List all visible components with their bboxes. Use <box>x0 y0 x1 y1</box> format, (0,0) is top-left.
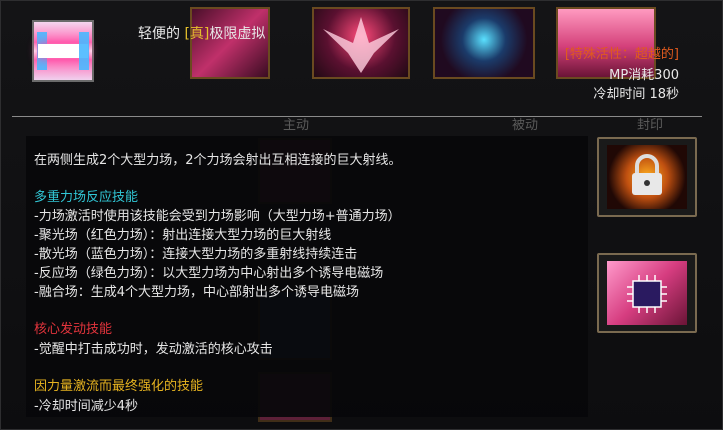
window-frame <box>0 0 723 430</box>
